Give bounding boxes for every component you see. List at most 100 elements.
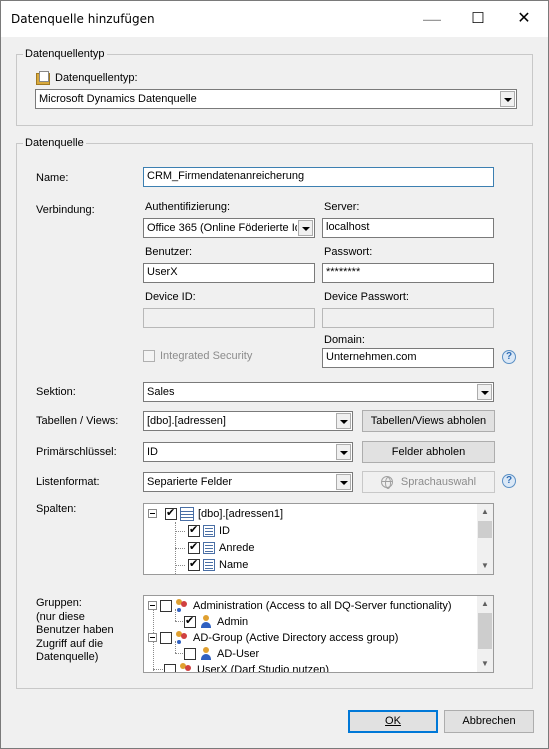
fetch-tables-button[interactable]: Tabellen/Views abholen [362, 410, 495, 432]
help-icon[interactable]: ? [502, 350, 516, 364]
device-id-input[interactable] [143, 308, 315, 328]
scroll-up-icon[interactable]: ▲ [477, 504, 493, 520]
column-icon [203, 558, 215, 571]
tree-column-row[interactable]: Anrede [188, 539, 254, 556]
user-label: Benutzer: [145, 246, 193, 258]
group-row[interactable]: UserX (Darf Studio nutzen) [164, 661, 329, 672]
user-icon [199, 646, 213, 661]
tree-checkbox[interactable] [188, 557, 200, 571]
columns-scrollbar[interactable]: ▲ ▼ [477, 504, 493, 574]
column-icon [203, 541, 215, 554]
language-button[interactable]: Sprachauswahl [362, 471, 495, 493]
maximize-button[interactable]: ☐ [455, 1, 501, 37]
scroll-thumb[interactable] [478, 521, 492, 538]
datasource-group-legend: Datenquelle [23, 137, 86, 149]
list-format-select[interactable]: Separierte Felder [143, 472, 353, 492]
primary-key-label: Primärschlüssel: [36, 446, 117, 458]
tree-connector [153, 669, 163, 670]
password-input[interactable]: ******** [322, 263, 494, 283]
language-button-label: Sprachauswahl [400, 476, 477, 488]
server-input[interactable]: localhost [322, 218, 494, 238]
table-icon [180, 506, 194, 521]
source-type-group: Datenquellentyp Datenquellentyp: Microso… [16, 48, 533, 126]
source-type-select[interactable]: Microsoft Dynamics Datenquelle [35, 89, 517, 109]
column-icon [203, 524, 215, 537]
auth-select[interactable]: Office 365 (Online Föderierte Identität) [143, 218, 315, 238]
domain-input[interactable]: Unternehmen.com [322, 348, 494, 368]
user-icon [199, 614, 213, 629]
chevron-down-icon[interactable] [336, 474, 351, 490]
collapse-icon[interactable] [148, 601, 157, 610]
tree-checkbox[interactable] [184, 614, 196, 628]
close-button[interactable]: ✕ [501, 1, 547, 37]
collapse-icon[interactable] [148, 633, 157, 642]
chevron-down-icon[interactable] [336, 444, 351, 460]
source-type-group-legend: Datenquellentyp [23, 48, 107, 60]
section-select[interactable]: Sales [143, 382, 494, 402]
tree-checkbox[interactable] [160, 631, 172, 644]
chevron-down-icon[interactable] [477, 384, 492, 400]
name-input[interactable]: CRM_Firmendatenanreicherung [143, 167, 494, 187]
list-format-label: Listenformat: [36, 476, 100, 488]
chevron-down-icon[interactable] [336, 413, 351, 429]
title-bar: Datenquelle hinzufügen — ☐ ✕ [1, 1, 548, 37]
tree-root-row[interactable]: [dbo].[adressen1] [148, 505, 283, 522]
globe-icon [380, 476, 393, 490]
device-id-label: Device ID: [145, 291, 196, 303]
ok-button-label: OK [385, 715, 401, 727]
cancel-button[interactable]: Abbrechen [444, 710, 534, 733]
ok-button[interactable]: OK [348, 710, 438, 733]
tree-checkbox[interactable] [165, 506, 177, 520]
device-password-input[interactable] [322, 308, 494, 328]
user-row[interactable]: AD-User [184, 645, 259, 662]
chevron-down-icon[interactable] [298, 220, 313, 236]
integrated-security-check[interactable] [143, 350, 155, 362]
group-icon [175, 598, 189, 613]
groups-label: Gruppen: (nur diese Benutzer haben Zugri… [36, 597, 114, 663]
column-label: ID [219, 524, 230, 537]
column-label: Name [219, 558, 249, 571]
minimize-button[interactable]: — [409, 1, 455, 37]
name-label: Name: [36, 172, 69, 184]
tables-select[interactable]: [dbo].[adressen] [143, 411, 353, 431]
chevron-down-icon[interactable] [500, 91, 515, 107]
help-icon[interactable]: ? [502, 474, 516, 488]
user-label: Admin [217, 615, 249, 628]
source-type-label: Datenquellentyp: [55, 72, 138, 84]
window-title: Datenquelle hinzufügen [11, 12, 155, 26]
tree-checkbox[interactable] [188, 523, 200, 537]
scroll-up-icon[interactable]: ▲ [477, 596, 493, 612]
tree-checkbox[interactable] [164, 663, 176, 672]
group-icon [175, 630, 189, 645]
tree-column-row[interactable]: ID [188, 522, 230, 539]
group-row[interactable]: Administration (Access to all DQ-Server … [148, 597, 452, 614]
collapse-icon[interactable] [148, 509, 157, 518]
fetch-fields-button[interactable]: Felder abholen [362, 441, 495, 463]
scroll-down-icon[interactable]: ▼ [477, 558, 493, 574]
user-row[interactable]: Admin [184, 613, 248, 630]
integrated-security-checkbox[interactable]: Integrated Security [143, 350, 252, 362]
tree-connector [175, 565, 185, 566]
tree-column-row[interactable]: Name [188, 556, 248, 573]
integrated-security-label: Integrated Security [160, 350, 253, 362]
section-label: Sektion: [36, 386, 76, 398]
user-input[interactable]: UserX [143, 263, 315, 283]
tree-checkbox[interactable] [160, 599, 172, 612]
tree-root-label: [dbo].[adressen1] [198, 507, 284, 520]
password-label: Passwort: [324, 246, 373, 258]
tree-checkbox[interactable] [188, 540, 200, 554]
columns-label: Spalten: [36, 503, 77, 515]
group-label: AD-Group (Active Directory access group) [193, 631, 399, 644]
group-row[interactable]: AD-Group (Active Directory access group) [148, 629, 398, 646]
domain-label: Domain: [324, 334, 365, 346]
auth-label: Authentifizierung: [145, 201, 230, 213]
tree-checkbox[interactable] [184, 647, 196, 660]
groups-scrollbar[interactable]: ▲ ▼ [477, 596, 493, 672]
device-password-label: Device Passwort: [324, 291, 409, 303]
scroll-thumb[interactable] [478, 613, 492, 649]
groups-tree[interactable]: Administration (Access to all DQ-Server … [143, 595, 494, 673]
scroll-down-icon[interactable]: ▼ [477, 656, 493, 672]
primary-key-select[interactable]: ID [143, 442, 353, 462]
tree-connector [175, 548, 185, 549]
columns-tree[interactable]: [dbo].[adressen1] ID Anrede Name ▲ ▼ [143, 503, 494, 575]
